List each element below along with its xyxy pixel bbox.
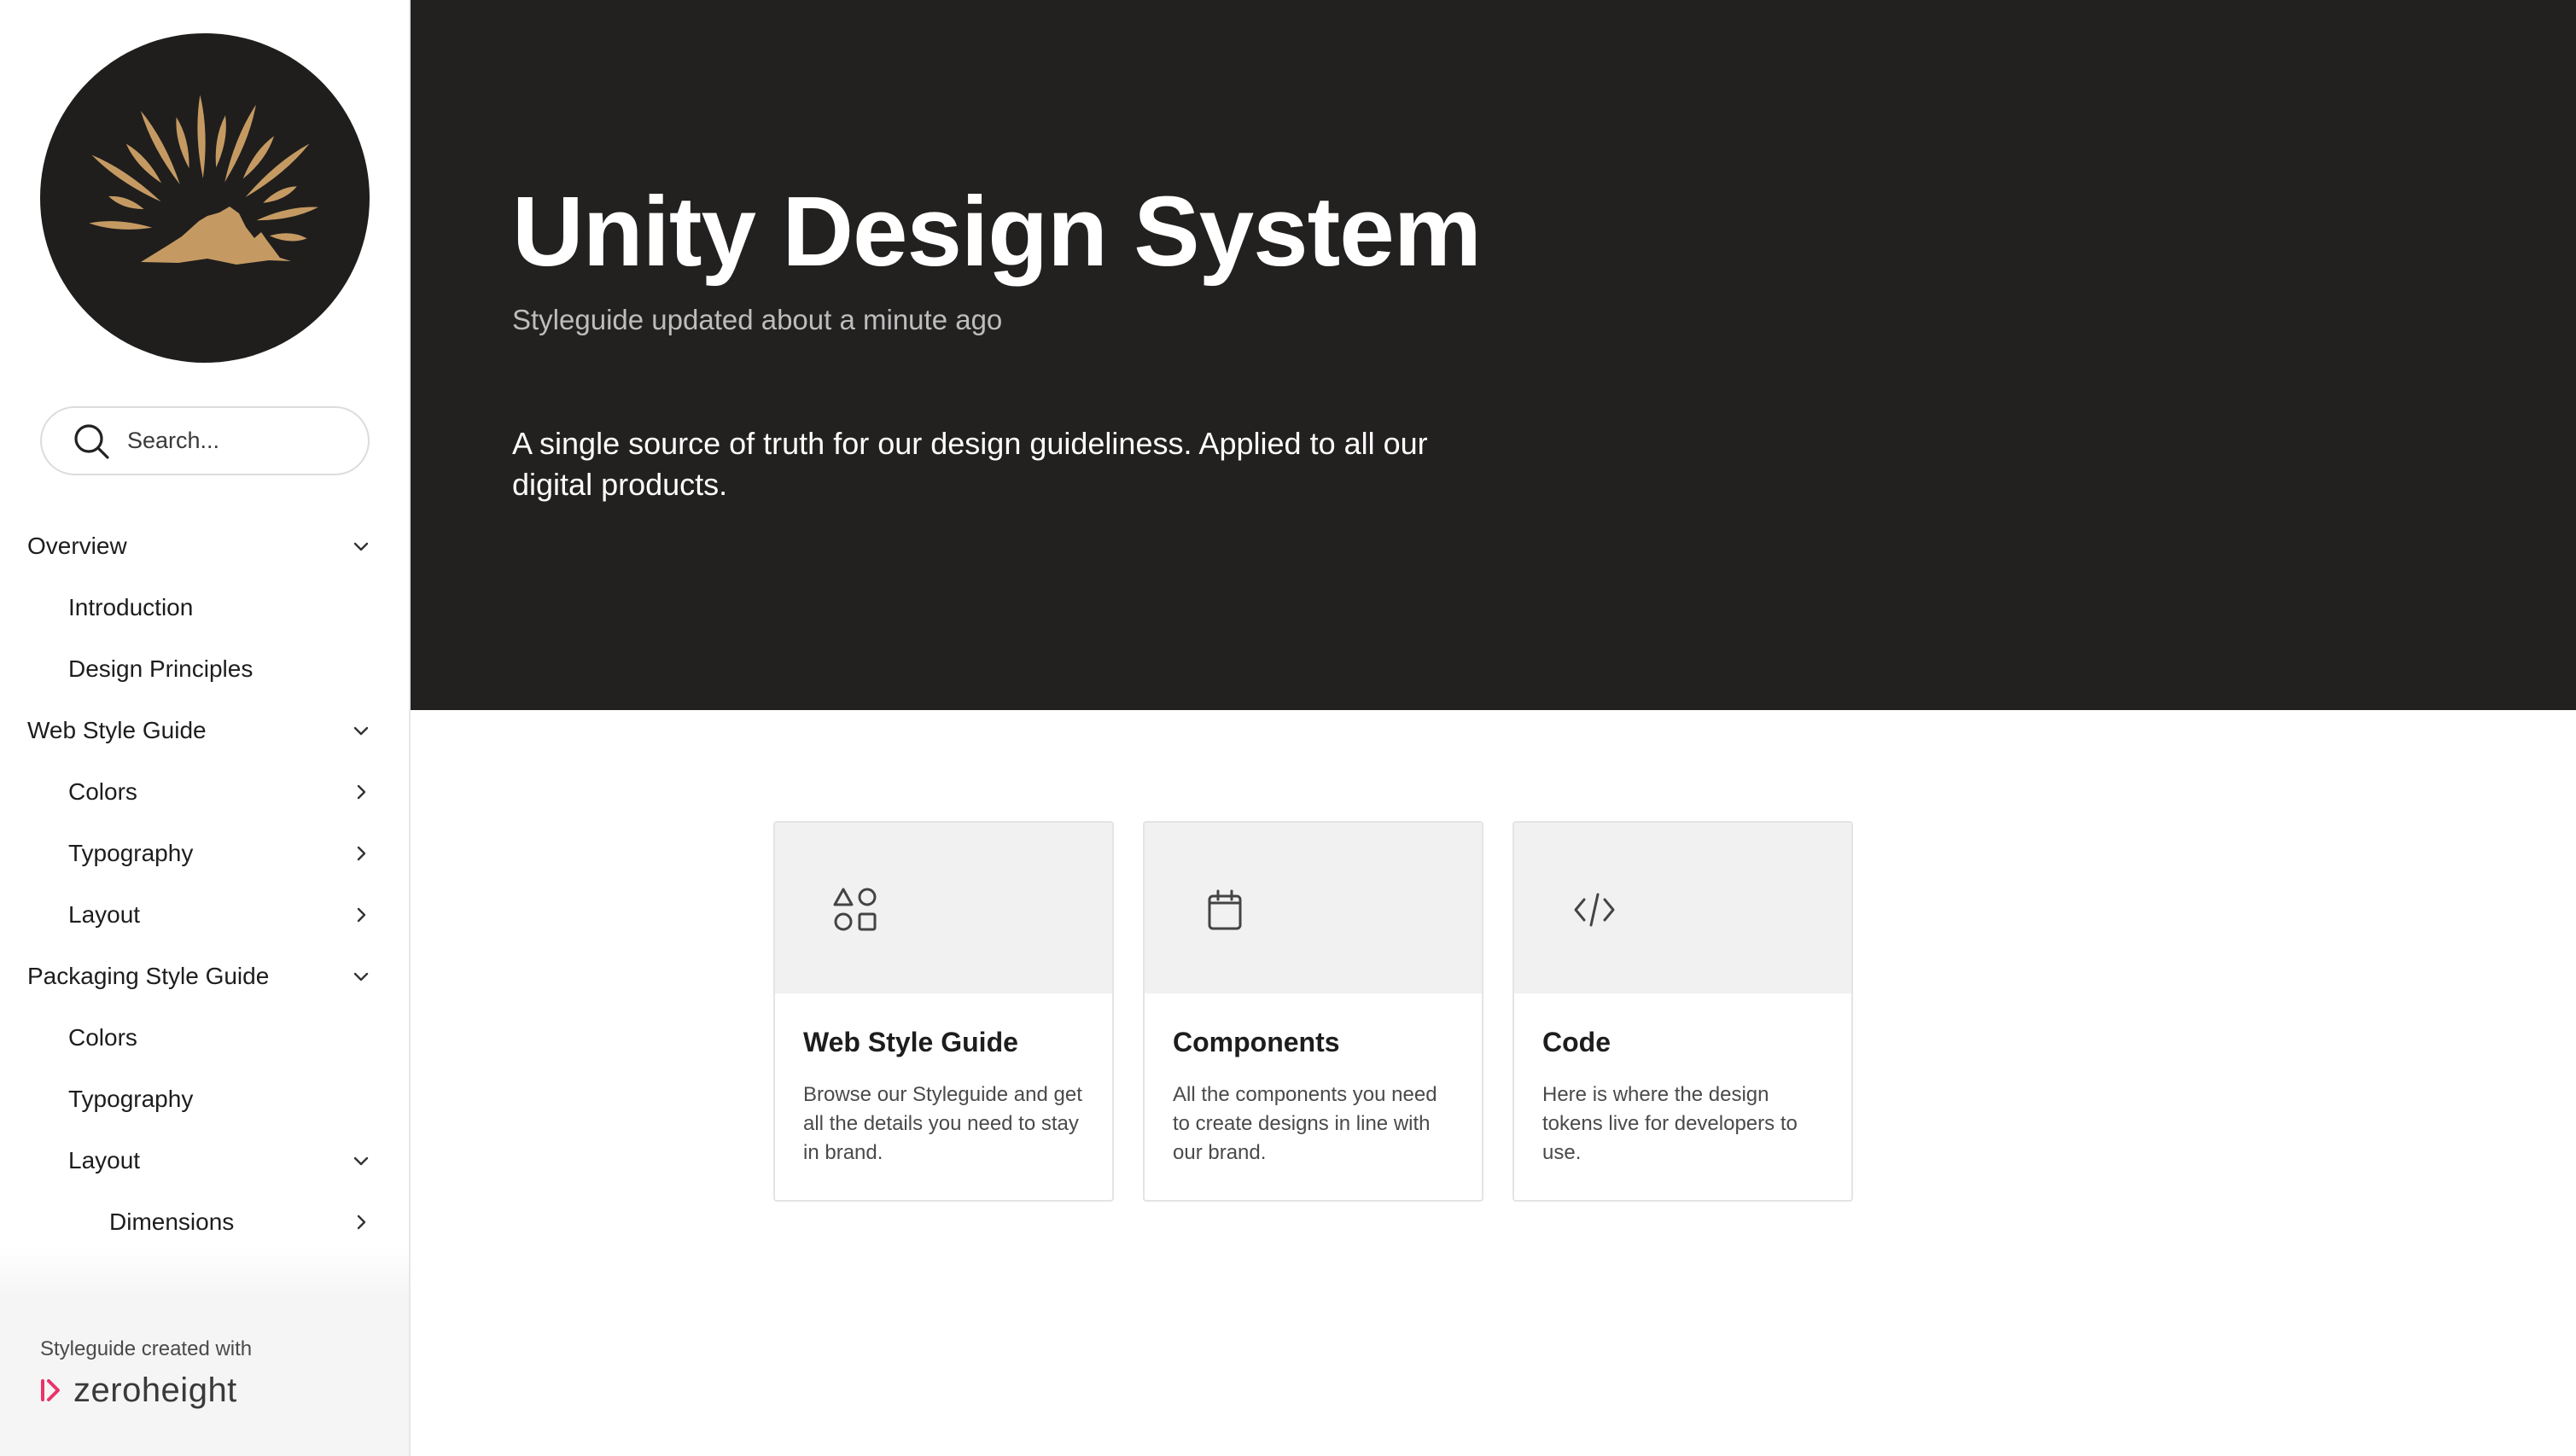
chevron-down-icon[interactable] — [349, 1149, 373, 1173]
card-components[interactable]: Components All the components you need t… — [1143, 821, 1483, 1202]
nav-item-packaging-colors[interactable]: Colors — [0, 1007, 409, 1069]
logo-ray — [263, 186, 297, 203]
card-description: All the components you need to create de… — [1173, 1083, 1437, 1165]
logo-ray — [176, 117, 189, 169]
nav-item-web-typography[interactable]: Typography — [0, 823, 409, 884]
logo-ray — [269, 233, 307, 242]
nav-item-label: Typography — [68, 840, 194, 866]
nav-item-label: Colors — [68, 778, 137, 805]
nav-item-web-colors[interactable]: Colors — [0, 761, 409, 823]
nav-item-packaging-typography[interactable]: Typography — [0, 1069, 409, 1130]
card-header — [1514, 823, 1851, 993]
created-with-text: Styleguide created with — [40, 1337, 253, 1360]
nav-item-label: Packaging Style Guide — [27, 963, 270, 989]
nav-item-label: Introduction — [68, 594, 194, 620]
chevron-right-icon[interactable] — [349, 780, 373, 804]
card-web-style-guide[interactable]: Web Style Guide Browse our Styleguide an… — [773, 821, 1114, 1202]
logo-ray — [108, 195, 144, 210]
logo-ray — [197, 95, 206, 178]
nav-item-overview[interactable]: Overview — [0, 515, 409, 577]
logo-ray — [89, 221, 153, 230]
nav-item-web-layout[interactable]: Layout — [0, 884, 409, 946]
shapes-icon — [831, 886, 879, 934]
component-icon — [1201, 886, 1249, 934]
card-header — [775, 823, 1112, 993]
nav-item-label: Overview — [27, 533, 127, 559]
updated-timestamp: Styleguide updated about a minute ago — [512, 304, 1003, 335]
card-description: Browse our Styleguide and get all the de… — [803, 1083, 1082, 1165]
zeroheight-link[interactable]: zeroheight — [39, 1373, 237, 1407]
sidebar-nav: Overview Introduction Design Principles … — [0, 515, 409, 1292]
nav-item-label: Dimensions — [109, 1208, 235, 1235]
shortcut-cards: Web Style Guide Browse our Styleguide an… — [773, 821, 1853, 1202]
nav-item-label: Typography — [68, 1086, 194, 1112]
nav-item-label: Colors — [68, 1024, 137, 1051]
logo-ray — [256, 207, 318, 221]
search-input[interactable] — [127, 428, 349, 454]
nav-item-introduction[interactable]: Introduction — [0, 577, 409, 638]
logo-ray — [245, 143, 310, 198]
chevron-right-icon[interactable] — [349, 903, 373, 927]
hero-banner: Unity Design System Styleguide updated a… — [411, 0, 2576, 710]
search-icon — [74, 423, 109, 459]
nav-scroll-fade — [0, 1246, 409, 1297]
logo-ray — [91, 154, 161, 202]
card-header — [1145, 823, 1482, 993]
nav-item-label: Layout — [68, 901, 141, 928]
zeroheight-wordmark: zeroheight — [73, 1372, 237, 1409]
nav-item-design-principles[interactable]: Design Principles — [0, 638, 409, 700]
nav-item-label: Layout — [68, 1147, 141, 1174]
chevron-right-icon[interactable] — [349, 842, 373, 865]
zeroheight-logo-icon — [41, 1379, 60, 1401]
nav-item-dimensions[interactable]: Dimensions — [0, 1191, 409, 1253]
logo-ray — [215, 115, 226, 168]
card-title: Components — [1173, 1027, 1340, 1057]
sunrise-mountain-logo[interactable] — [40, 33, 370, 363]
sidebar: Overview Introduction Design Principles … — [0, 0, 411, 1456]
card-title: Code — [1542, 1027, 1611, 1057]
nav-item-web-style-guide[interactable]: Web Style Guide — [0, 700, 409, 761]
code-icon — [1571, 886, 1618, 934]
card-description: Here is where the design tokens live for… — [1542, 1083, 1798, 1165]
nav-item-label: Web Style Guide — [27, 717, 207, 743]
chevron-right-icon[interactable] — [349, 1210, 373, 1234]
chevron-down-icon[interactable] — [349, 534, 373, 558]
logo-ray — [140, 110, 180, 185]
card-code[interactable]: Code Here is where the design tokens liv… — [1512, 821, 1853, 1202]
page-title: Unity Design System — [512, 176, 1482, 287]
nav-item-label: Design Principles — [68, 655, 254, 682]
search-box[interactable] — [40, 406, 370, 475]
chevron-down-icon[interactable] — [349, 719, 373, 743]
nav-item-packaging-layout[interactable]: Layout — [0, 1130, 409, 1191]
logo-graphic — [89, 95, 318, 265]
nav-item-packaging-style-guide[interactable]: Packaging Style Guide — [0, 946, 409, 1007]
hero-description: A single source of truth for our design … — [512, 426, 1428, 502]
sidebar-footer: Styleguide created with zeroheight — [0, 1293, 409, 1456]
chevron-down-icon[interactable] — [349, 964, 373, 988]
card-title: Web Style Guide — [803, 1027, 1018, 1057]
